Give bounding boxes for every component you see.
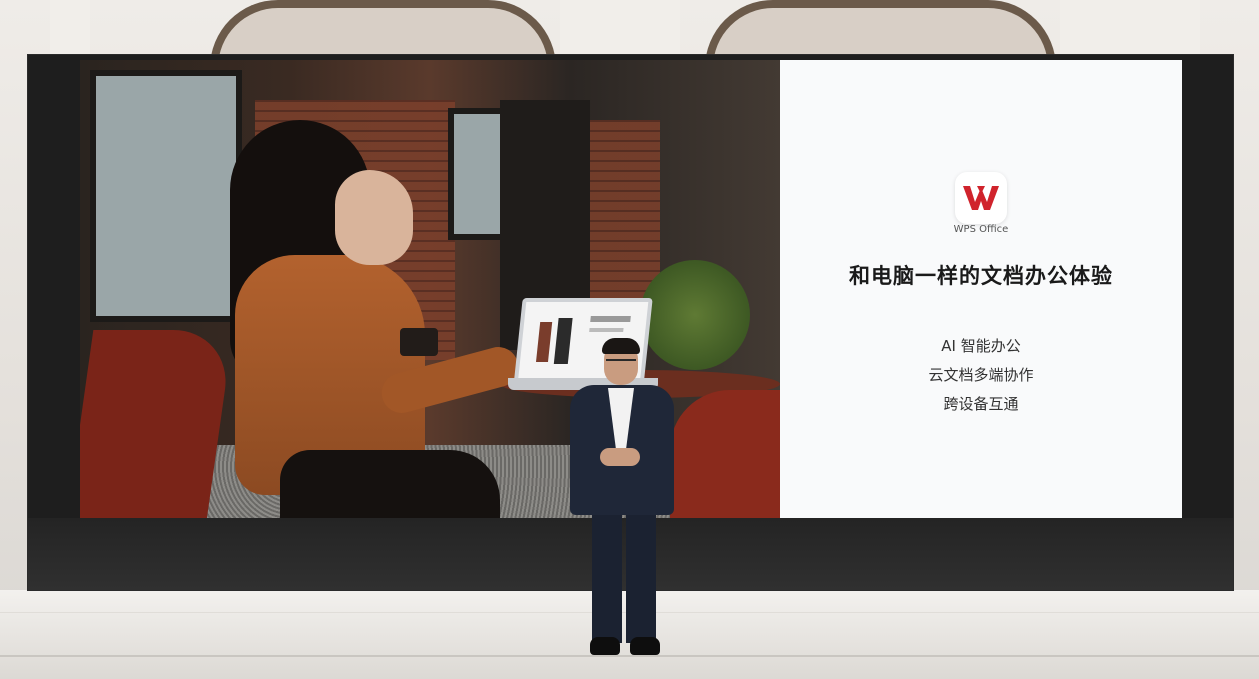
- feature-item: 云文档多端协作: [928, 366, 1034, 384]
- presenter-leg: [592, 508, 622, 643]
- chair: [670, 390, 780, 518]
- logo-label: WPS Office: [953, 224, 1009, 235]
- floor-line: [0, 655, 1259, 657]
- pillar: [50, 0, 90, 60]
- slide-title: 和电脑一样的文档办公体验: [849, 264, 1113, 288]
- presenter-shoe: [630, 637, 660, 655]
- laptop-figure: [536, 322, 553, 362]
- brick-wall: [590, 120, 660, 300]
- laptop-figure: [553, 318, 573, 364]
- presenter-leg: [626, 508, 656, 643]
- woman-face: [335, 170, 413, 265]
- wps-office-logo-icon: [955, 172, 1007, 224]
- laptop-text-line: [590, 316, 631, 322]
- feature-list: AI 智能办公 云文档多端协作 跨设备互通: [780, 332, 1182, 419]
- presenter-glasses: [606, 359, 636, 366]
- laptop-text-line: [589, 328, 624, 332]
- pillar: [560, 0, 680, 60]
- presenter-hair: [602, 338, 640, 354]
- window: [90, 70, 242, 322]
- presenter-shoe: [590, 637, 620, 655]
- lifestyle-photo: [80, 60, 780, 518]
- plant: [640, 260, 750, 370]
- slide-panel: WPS Office 和电脑一样的文档办公体验 AI 智能办公 云文档多端协作 …: [780, 60, 1182, 518]
- cup: [400, 328, 438, 356]
- chair: [80, 330, 234, 518]
- pillar: [1060, 0, 1200, 60]
- presenter-hands: [600, 448, 640, 466]
- woman-legs: [280, 450, 500, 518]
- feature-item: AI 智能办公: [941, 337, 1021, 355]
- feature-item: 跨设备互通: [943, 395, 1019, 413]
- wps-logo-glyph: [963, 186, 999, 210]
